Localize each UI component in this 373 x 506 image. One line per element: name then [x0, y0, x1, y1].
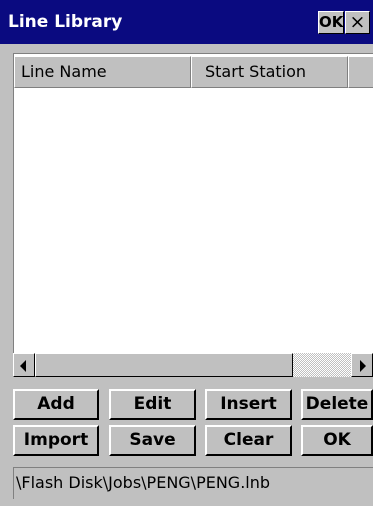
close-button[interactable]: × — [345, 11, 370, 34]
delete-button[interactable]: Delete — [301, 389, 373, 420]
clear-button[interactable]: Clear — [205, 425, 292, 456]
window-left-edge — [0, 44, 13, 506]
edit-button[interactable]: Edit — [109, 389, 196, 420]
insert-button[interactable]: Insert — [205, 389, 292, 420]
ok-button[interactable]: OK — [301, 425, 373, 456]
line-list-view[interactable]: Line Name Start Station — [13, 53, 373, 353]
list-rows-area[interactable] — [14, 88, 373, 354]
scroll-left-button[interactable] — [13, 353, 35, 377]
title-bar: Line Library OK × — [0, 0, 373, 44]
triangle-right-icon — [360, 360, 366, 372]
scrollbar-thumb[interactable] — [35, 353, 293, 377]
add-button[interactable]: Add — [13, 389, 99, 420]
column-header-line-name[interactable]: Line Name — [14, 56, 191, 88]
title-ok-button[interactable]: OK — [318, 11, 344, 34]
horizontal-scrollbar[interactable] — [13, 353, 373, 377]
file-path-text: \Flash Disk\Jobs\PENG\PENG.lnb — [16, 473, 271, 492]
import-button[interactable]: Import — [13, 425, 99, 456]
window-title: Line Library — [8, 12, 123, 32]
column-header-start-station[interactable]: Start Station — [191, 56, 348, 88]
line-library-window: Line Library OK × Line Name Start Statio… — [0, 0, 373, 506]
scroll-right-button[interactable] — [351, 353, 373, 377]
list-header: Line Name Start Station — [14, 56, 373, 88]
file-path-field: \Flash Disk\Jobs\PENG\PENG.lnb — [13, 467, 373, 499]
triangle-left-icon — [20, 360, 26, 372]
column-header-extra[interactable] — [348, 56, 373, 88]
save-button[interactable]: Save — [109, 425, 196, 456]
